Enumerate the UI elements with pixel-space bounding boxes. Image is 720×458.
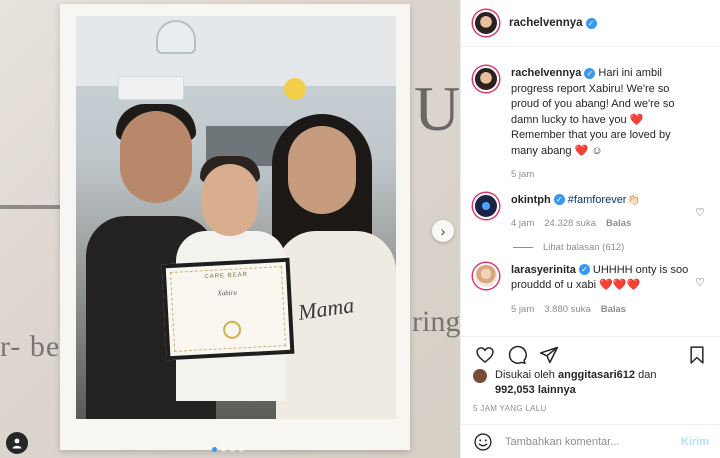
post-actions xyxy=(461,336,720,372)
progress-certificate: CARE BEAR Xabiru xyxy=(161,257,295,361)
comment-time[interactable]: 5 jam xyxy=(511,302,534,318)
caption-author-avatar[interactable] xyxy=(473,66,499,92)
comment-like-heart-icon[interactable]: ♡ xyxy=(695,206,705,219)
birdcage-lamp xyxy=(156,20,196,54)
mother-face xyxy=(288,126,356,214)
certificate-seal xyxy=(222,320,242,340)
smiley-icon[interactable] xyxy=(473,432,493,452)
commenter-avatar[interactable] xyxy=(473,262,499,289)
likes-prefix: Disukai oleh xyxy=(495,369,555,381)
hearts-emoji: ❤️❤️❤️ xyxy=(599,279,641,291)
polaroid-frame: Mama CARE BEAR Xabiru xyxy=(60,4,410,450)
comment-username[interactable]: larasyerinita xyxy=(511,264,576,276)
bookmark-icon xyxy=(690,345,704,364)
heart-outline-icon xyxy=(476,346,494,363)
share-button[interactable] xyxy=(537,343,561,367)
wall-text-right: ring xyxy=(412,305,460,338)
save-button[interactable] xyxy=(685,343,709,367)
smile-emoji: ☺ xyxy=(591,144,603,157)
heart-emoji: ❤️ xyxy=(629,113,644,126)
certificate-name: Xabiru xyxy=(217,288,238,298)
clap-emoji: 👏🏻 xyxy=(626,193,641,206)
wall-letter: U xyxy=(414,73,460,144)
heart-emoji: ❤️ xyxy=(574,144,589,157)
caption-time[interactable]: 5 jam xyxy=(511,167,534,183)
reply-button[interactable]: Balas xyxy=(601,302,626,318)
caption: rachelvennya ✓ Hari ini ambil progress re… xyxy=(461,56,720,183)
paper-plane-icon xyxy=(539,346,559,363)
likes-conj: dan xyxy=(638,369,657,381)
comment-likes[interactable]: 3.880 suka xyxy=(544,302,590,318)
carousel-next-button[interactable]: › xyxy=(432,220,454,242)
author-avatar[interactable] xyxy=(473,10,499,36)
liker-avatar[interactable] xyxy=(473,369,487,383)
comments-list[interactable]: rachelvennya ✓ Hari ini ambil progress re… xyxy=(461,56,720,342)
wall-text-left: r- be xyxy=(0,330,61,363)
comment-item: larasyerinita ✓ UHHHH onty is soo prouddd… xyxy=(461,253,720,318)
comment-time[interactable]: 4 jam xyxy=(511,216,534,232)
carousel-dot xyxy=(221,447,226,452)
comment-likes[interactable]: 24.328 suka xyxy=(544,216,596,232)
view-replies-button[interactable]: Lihat balasan (612) xyxy=(513,242,720,253)
comment-item: okintph ✓ #famforever👏🏻 4 jam 24.328 suka… xyxy=(461,183,720,232)
carousel-dot xyxy=(230,447,235,452)
certificate-title: CARE BEAR xyxy=(204,271,249,281)
post-sidebar: rachelvennya ✓ rachelvennya ✓ Hari ini am… xyxy=(460,0,720,458)
caption-username[interactable]: rachelvennya xyxy=(511,67,581,79)
wall-stripe xyxy=(0,205,60,209)
reply-button[interactable]: Balas xyxy=(606,216,631,232)
author-username[interactable]: rachelvennya xyxy=(509,17,583,29)
post-timestamp[interactable]: 5 JAM YANG LALU xyxy=(473,404,547,413)
speech-bubble-icon xyxy=(508,345,527,364)
comment-button[interactable] xyxy=(505,343,529,367)
likes-count[interactable]: 992,053 lainnya xyxy=(495,384,576,396)
carousel-dot-active xyxy=(212,447,217,452)
post-header: rachelvennya ✓ xyxy=(461,0,720,47)
comment-like-heart-icon[interactable]: ♡ xyxy=(695,276,705,289)
commenter-avatar[interactable] xyxy=(473,192,499,219)
user-tag-icon xyxy=(12,438,22,449)
view-replies-label: Lihat balasan (612) xyxy=(543,241,625,253)
hashtag-link[interactable]: #famforever xyxy=(568,194,627,206)
sun-decoration xyxy=(284,78,306,100)
verified-badge-icon: ✓ xyxy=(584,67,596,79)
verified-badge-icon: ✓ xyxy=(578,264,590,276)
family-photo: Mama CARE BEAR Xabiru xyxy=(76,16,396,419)
post-photo-pane[interactable]: r- be U ring Mama CARE BEAR Xabiru › xyxy=(0,0,460,458)
verified-badge-icon: ✓ xyxy=(553,194,565,206)
air-conditioner xyxy=(118,76,184,100)
father-face xyxy=(120,111,192,203)
likes-summary: Disukai oleh anggitasari612 dan 992,053 … xyxy=(473,368,656,398)
chevron-right-icon: › xyxy=(440,223,446,239)
post-comment-button[interactable]: Kirim xyxy=(681,436,709,448)
tagged-users-button[interactable] xyxy=(6,432,28,454)
comment-username[interactable]: okintph xyxy=(511,194,551,206)
carousel-dot xyxy=(239,447,244,452)
add-comment-bar: Kirim xyxy=(461,424,720,458)
mother-body xyxy=(276,231,396,419)
child-face xyxy=(202,164,258,236)
liker-username[interactable]: anggitasari612 xyxy=(558,369,635,381)
verified-badge-icon: ✓ xyxy=(585,17,597,29)
carousel-dots xyxy=(212,447,244,452)
comment-input[interactable] xyxy=(505,435,675,448)
like-button[interactable] xyxy=(473,343,497,367)
